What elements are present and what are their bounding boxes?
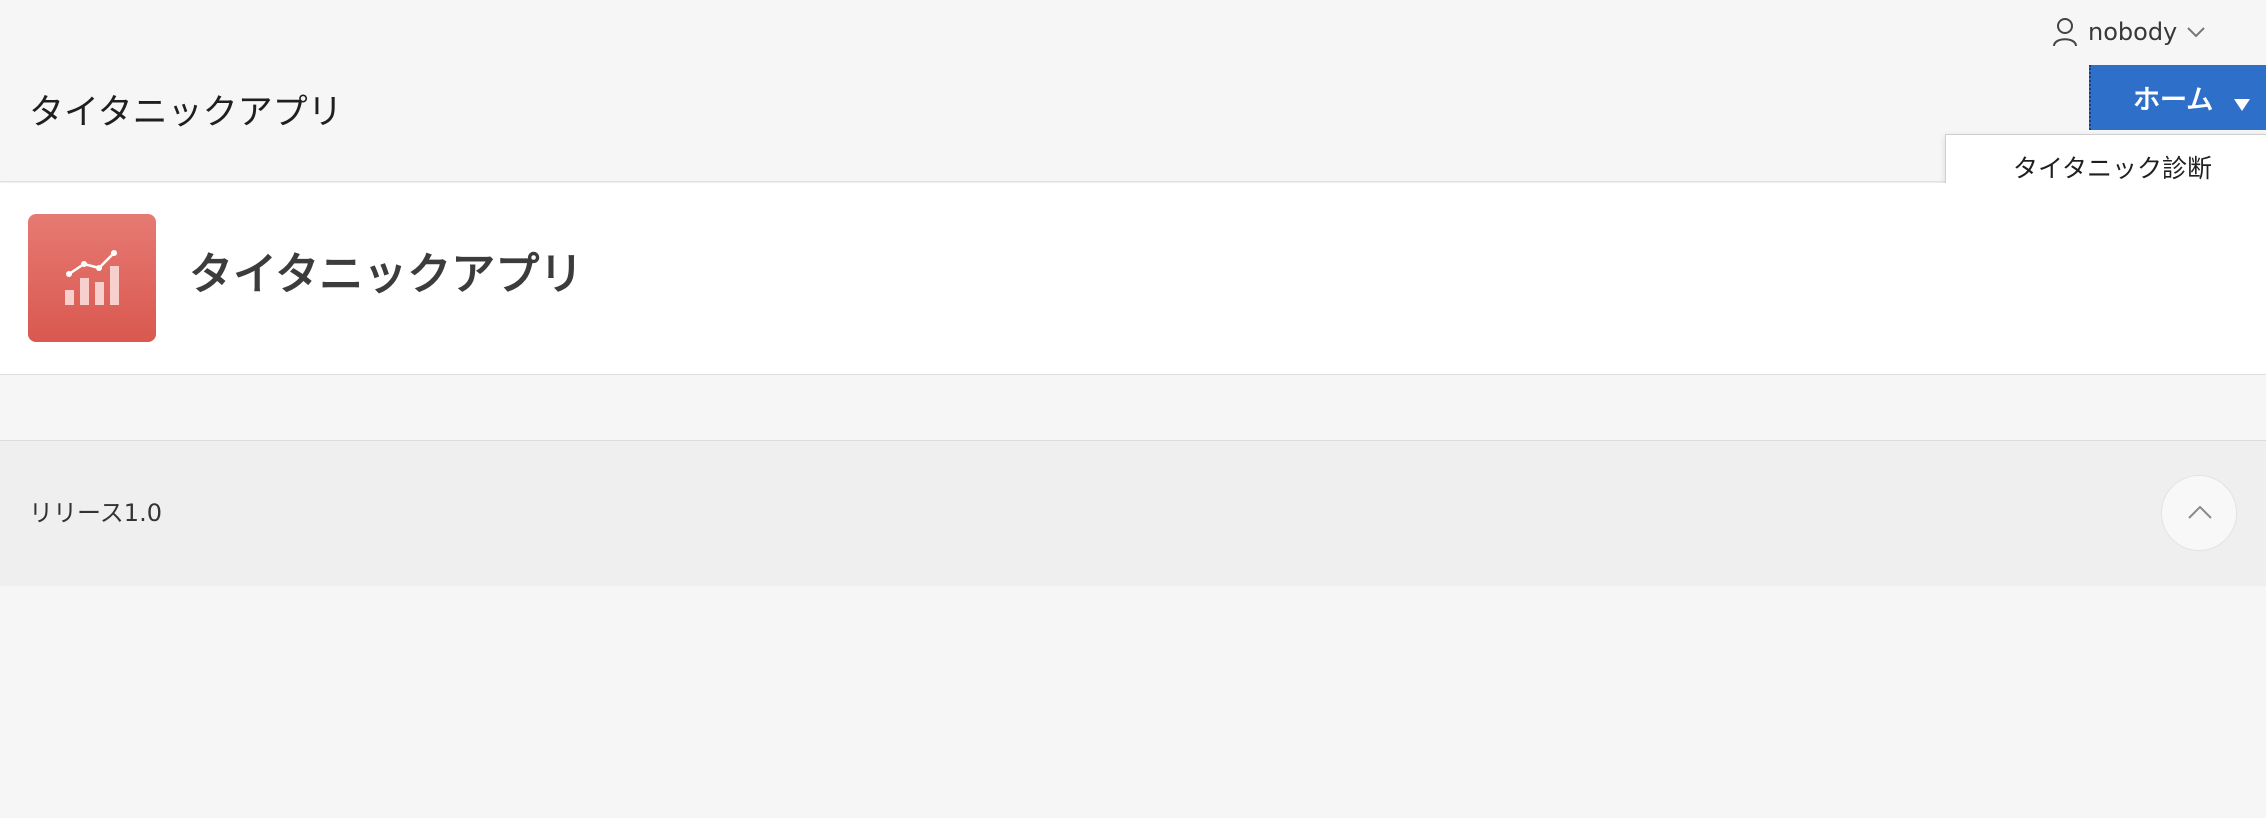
caret-down-icon[interactable] — [2233, 89, 2251, 120]
chart-icon — [28, 214, 156, 342]
chevron-down-icon — [2187, 26, 2205, 38]
menu-item-titanic-diagnosis[interactable]: タイタニック診断 — [2013, 151, 2212, 187]
nav-home-tab[interactable]: ホーム — [2089, 65, 2266, 130]
user-name: nobody — [2088, 18, 2178, 46]
user-icon — [2052, 17, 2078, 47]
user-menu[interactable]: nobody — [2052, 12, 2205, 52]
app-title[interactable]: タイタニックアプリ — [29, 88, 343, 138]
hero-region: タイタニックアプリ — [0, 183, 2266, 375]
nav-home-label: ホーム — [2133, 85, 2214, 116]
scroll-to-top-button[interactable] — [2161, 475, 2237, 551]
release-version: リリース1.0 — [29, 499, 162, 527]
hero-title: タイタニックアプリ — [189, 249, 584, 300]
app-header: タイタニックアプリ nobody ホーム — [0, 0, 2266, 182]
page-footer: リリース1.0 — [0, 440, 2266, 586]
